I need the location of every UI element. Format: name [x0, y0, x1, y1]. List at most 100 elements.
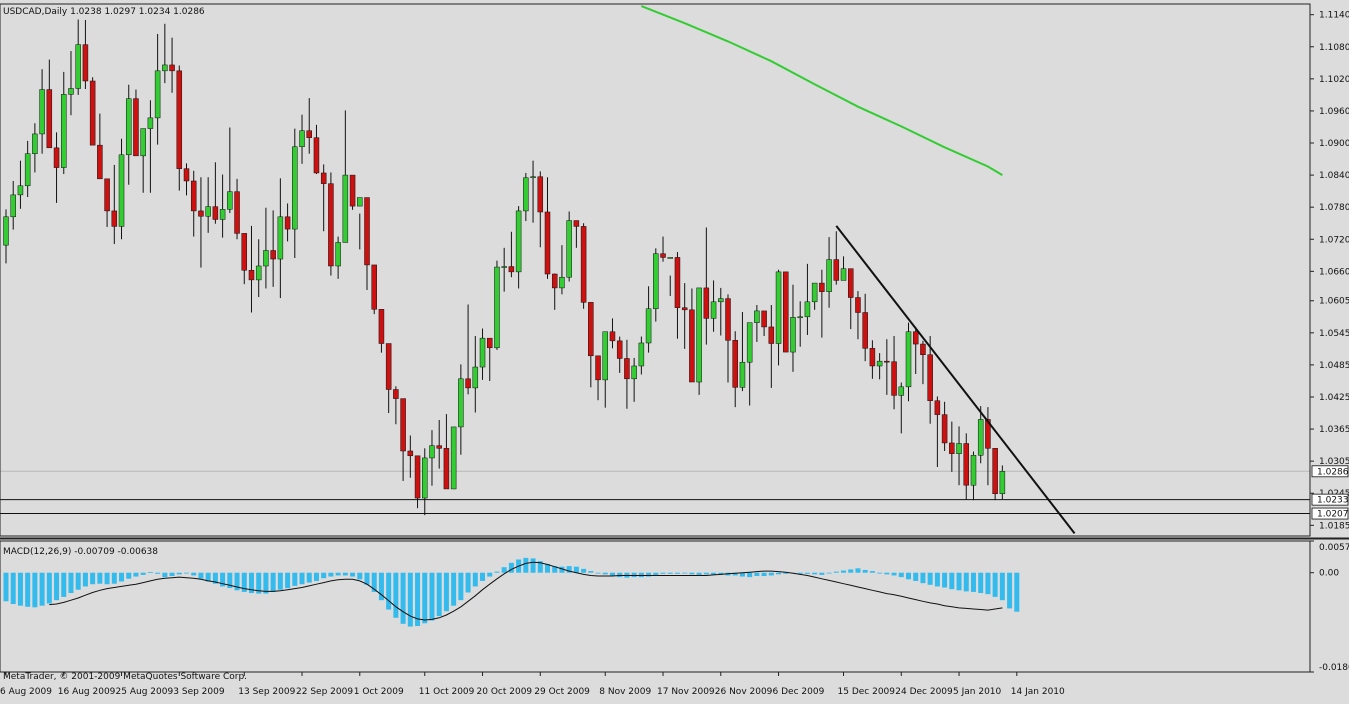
macd-histogram-bar: [804, 572, 810, 574]
candle-body: [920, 343, 926, 355]
macd-histogram-bar: [191, 572, 197, 576]
candle: [414, 455, 421, 509]
macd-histogram-bar: [126, 572, 132, 579]
candle-body: [125, 98, 132, 156]
candle-body: [46, 89, 53, 149]
candle: [537, 171, 544, 248]
candle-body: [133, 98, 139, 157]
macd-histogram-bar: [696, 572, 702, 575]
candle: [320, 164, 327, 232]
macd-histogram-bar: [660, 572, 666, 574]
chart-window: 1.1140 1.1080 1.1020 1.0960 1.0900 1.0840 1.07…: [0, 0, 1349, 700]
macd-histogram-bar: [263, 572, 269, 594]
candle-body: [949, 442, 955, 454]
macd-histogram-bar: [891, 572, 897, 576]
macd-histogram-bar: [703, 572, 709, 575]
candle: [775, 269, 782, 366]
candle-body: [89, 80, 96, 146]
macd-histogram-bar: [46, 572, 52, 604]
macd-histogram-bar: [32, 572, 38, 608]
candle: [855, 291, 861, 340]
candle: [768, 305, 775, 388]
candle: [140, 128, 146, 193]
candle-body: [342, 174, 349, 243]
price-tick-label: 1.0545: [1319, 329, 1349, 339]
candle: [24, 140, 31, 198]
price-tick-label: 1.0720: [1319, 235, 1349, 245]
macd-histogram-bar: [776, 572, 782, 575]
candle-body: [263, 250, 269, 267]
candle-body: [544, 211, 551, 275]
candle: [227, 127, 233, 214]
macd-histogram-bar: [198, 572, 204, 579]
candle: [710, 280, 717, 332]
candle-body: [660, 253, 666, 258]
candle: [472, 336, 479, 413]
macd-histogram-bar: [595, 572, 601, 574]
candle: [797, 301, 803, 347]
price-panel: [0, 5, 1310, 534]
macd-histogram-bar: [631, 572, 637, 578]
candle-body: [227, 191, 233, 210]
macd-histogram-bar: [321, 572, 327, 579]
downtrend-line: [835, 225, 1076, 534]
candle-body: [328, 183, 334, 267]
date-tick-label: 11 Oct 2009: [419, 687, 475, 697]
date-tick-label: 13 Sep 2009: [238, 687, 295, 697]
macd-histogram-bar: [350, 572, 356, 577]
candle: [912, 326, 919, 374]
candle-body: [486, 337, 493, 349]
candle: [17, 160, 24, 209]
candle: [884, 339, 890, 395]
candle-body: [559, 276, 565, 289]
candle-body: [515, 210, 522, 273]
candle-body: [631, 365, 637, 380]
candle-body: [335, 242, 341, 267]
candle: [198, 177, 204, 268]
date-tick-label: 17 Nov 2009: [657, 687, 715, 697]
candle-body: [458, 378, 464, 428]
date-tick-label: 26 Nov 2009: [715, 687, 773, 697]
date-tick-label: 29 Oct 2009: [534, 687, 590, 697]
macd-histogram-bar: [155, 572, 161, 574]
candle-body: [190, 180, 197, 212]
candle-body: [111, 210, 118, 227]
candle-body: [501, 266, 507, 268]
candle-body: [819, 282, 825, 292]
candle: [754, 305, 760, 342]
macd-tick-label: 0.00: [1319, 569, 1339, 579]
candle-body: [407, 450, 414, 457]
macd-histogram-bar: [25, 572, 31, 607]
macd-histogram-bar: [819, 572, 825, 575]
candle: [313, 124, 320, 175]
candle: [125, 84, 132, 185]
candle-body: [689, 309, 695, 383]
macd-histogram-bar: [682, 572, 688, 574]
candle-body: [992, 448, 998, 495]
macd-histogram-bar: [429, 572, 435, 621]
macd-histogram-bar: [393, 572, 399, 618]
candle: [248, 225, 255, 313]
candle: [949, 421, 955, 472]
candle-body: [783, 271, 789, 353]
macd-histogram-bar: [985, 572, 991, 595]
candle: [783, 271, 789, 353]
date-tick-label: 8 Nov 2009: [599, 687, 651, 697]
macd-histogram-bar: [10, 572, 16, 605]
candle: [508, 231, 515, 278]
macd-histogram-bar: [934, 572, 940, 587]
macd-histogram-bar: [119, 572, 125, 582]
candle: [450, 426, 457, 490]
macd-histogram-bar: [927, 572, 933, 585]
candle-body: [616, 340, 623, 359]
macd-histogram-bar: [306, 572, 312, 583]
candle: [501, 247, 507, 292]
candle: [241, 233, 248, 285]
macd-panel-frame: [0, 540, 1311, 673]
date-tick-label: 1 Oct 2009: [354, 687, 404, 697]
candle: [898, 382, 905, 434]
macd-histogram-bar: [61, 572, 67, 597]
macd-histogram-bar: [812, 572, 818, 575]
date-tick-label: 24 Dec 2009: [895, 687, 953, 697]
macd-histogram-bar: [407, 572, 413, 627]
